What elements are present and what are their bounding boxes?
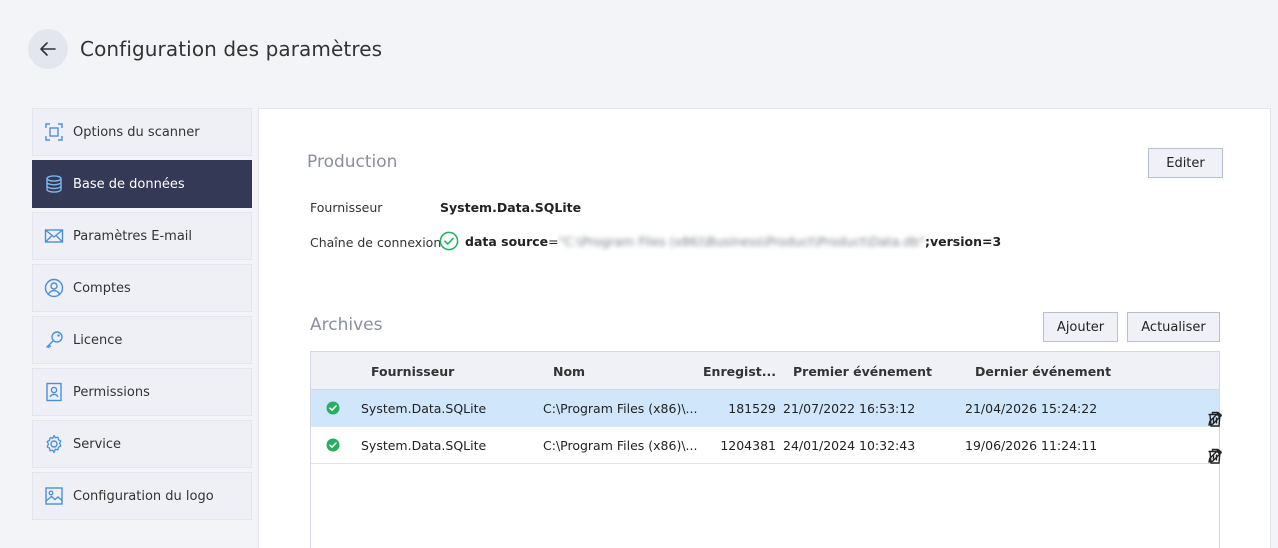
- edit-button[interactable]: Editer: [1148, 148, 1223, 178]
- archives-section-title: Archives: [310, 315, 383, 335]
- pencil-icon[interactable]: [1206, 410, 1224, 428]
- sidebar-item-license[interactable]: Licence: [32, 316, 252, 364]
- connection-string-label: Chaîne de connexion: [310, 235, 442, 250]
- pencil-icon[interactable]: [1206, 447, 1224, 465]
- connection-suffix: ;version=3: [925, 233, 1002, 249]
- connection-hidden-path: "C:\Program Files (x86)\Business\Product…: [558, 233, 926, 249]
- sidebar-item-label: Options du scanner: [73, 124, 200, 140]
- cell-last-event: 19/06/2026 11:24:11: [965, 438, 1098, 453]
- cell-records: 181529: [728, 401, 776, 416]
- envelope-icon: [44, 226, 64, 246]
- status-check-icon: [326, 401, 340, 418]
- database-settings-panel: Production Editer Fournisseur System.Dat…: [258, 108, 1271, 548]
- cell-records: 1204381: [720, 438, 776, 453]
- cell-first-event: 24/01/2024 10:32:43: [783, 438, 916, 453]
- database-icon: [44, 174, 64, 194]
- page-title: Configuration des paramètres: [80, 37, 383, 61]
- column-header-first-event[interactable]: Premier événement: [793, 364, 932, 379]
- sidebar-item-database[interactable]: Base de données: [32, 160, 252, 208]
- sidebar-item-label: Service: [73, 436, 122, 452]
- key-icon: [44, 330, 64, 350]
- cell-last-event: 21/04/2026 15:24:22: [965, 401, 1098, 416]
- sidebar-item-label: Permissions: [73, 384, 150, 400]
- sidebar-item-label: Comptes: [73, 280, 131, 296]
- back-button[interactable]: [28, 29, 68, 69]
- gear-icon: [44, 434, 64, 454]
- page-header: Configuration des paramètres: [28, 29, 382, 69]
- sidebar-item-permissions[interactable]: Permissions: [32, 368, 252, 416]
- check-circle-icon: [439, 231, 459, 251]
- sidebar-item-service[interactable]: Service: [32, 420, 252, 468]
- production-section-title: Production: [307, 152, 398, 172]
- sidebar-item-label: Configuration du logo: [73, 488, 214, 504]
- cell-name: C:\Program Files (x86)\...: [543, 438, 698, 453]
- cell-first-event: 21/07/2022 16:53:12: [783, 401, 916, 416]
- user-circle-icon: [44, 278, 64, 298]
- table-row[interactable]: System.Data.SQLite C:\Program Files (x86…: [311, 427, 1222, 464]
- provider-label: Fournisseur: [310, 200, 383, 215]
- column-header-provider[interactable]: Fournisseur: [371, 364, 454, 379]
- scan-frame-icon: [44, 122, 64, 142]
- sidebar-item-scanner-options[interactable]: Options du scanner: [32, 108, 252, 156]
- sidebar-item-email-settings[interactable]: Paramètres E-mail: [32, 212, 252, 260]
- sidebar-item-label: Licence: [73, 332, 123, 348]
- sidebar-item-label: Paramètres E-mail: [73, 228, 193, 244]
- settings-sidebar: Options du scanner Base de données Param…: [32, 108, 252, 524]
- refresh-archives-button[interactable]: Actualiser: [1127, 312, 1220, 342]
- sidebar-item-logo-configuration[interactable]: Configuration du logo: [32, 472, 252, 520]
- cell-provider: System.Data.SQLite: [361, 438, 487, 453]
- image-icon: [44, 486, 64, 506]
- column-header-records[interactable]: Enregist...: [703, 364, 776, 379]
- sidebar-item-accounts[interactable]: Comptes: [32, 264, 252, 312]
- connection-equals: =: [548, 233, 559, 249]
- connection-string-value: data source = "C:\Program Files (x86)\Bu…: [439, 231, 1001, 251]
- archives-table: Fournisseur Nom Enregist... Premier évén…: [310, 351, 1222, 548]
- arrow-left-icon: [40, 42, 56, 56]
- table-header: Fournisseur Nom Enregist... Premier évén…: [311, 352, 1219, 390]
- table-row[interactable]: System.Data.SQLite C:\Program Files (x86…: [311, 390, 1222, 427]
- column-header-last-event[interactable]: Dernier événement: [975, 364, 1111, 379]
- column-header-name[interactable]: Nom: [553, 364, 585, 379]
- id-badge-icon: [44, 382, 64, 402]
- connection-prefix: data source: [465, 233, 549, 249]
- cell-provider: System.Data.SQLite: [361, 401, 487, 416]
- cell-name: C:\Program Files (x86)\...: [543, 401, 698, 416]
- status-check-icon: [326, 438, 340, 455]
- sidebar-item-label: Base de données: [73, 176, 185, 192]
- add-archive-button[interactable]: Ajouter: [1043, 312, 1118, 342]
- provider-value: System.Data.SQLite: [440, 200, 582, 215]
